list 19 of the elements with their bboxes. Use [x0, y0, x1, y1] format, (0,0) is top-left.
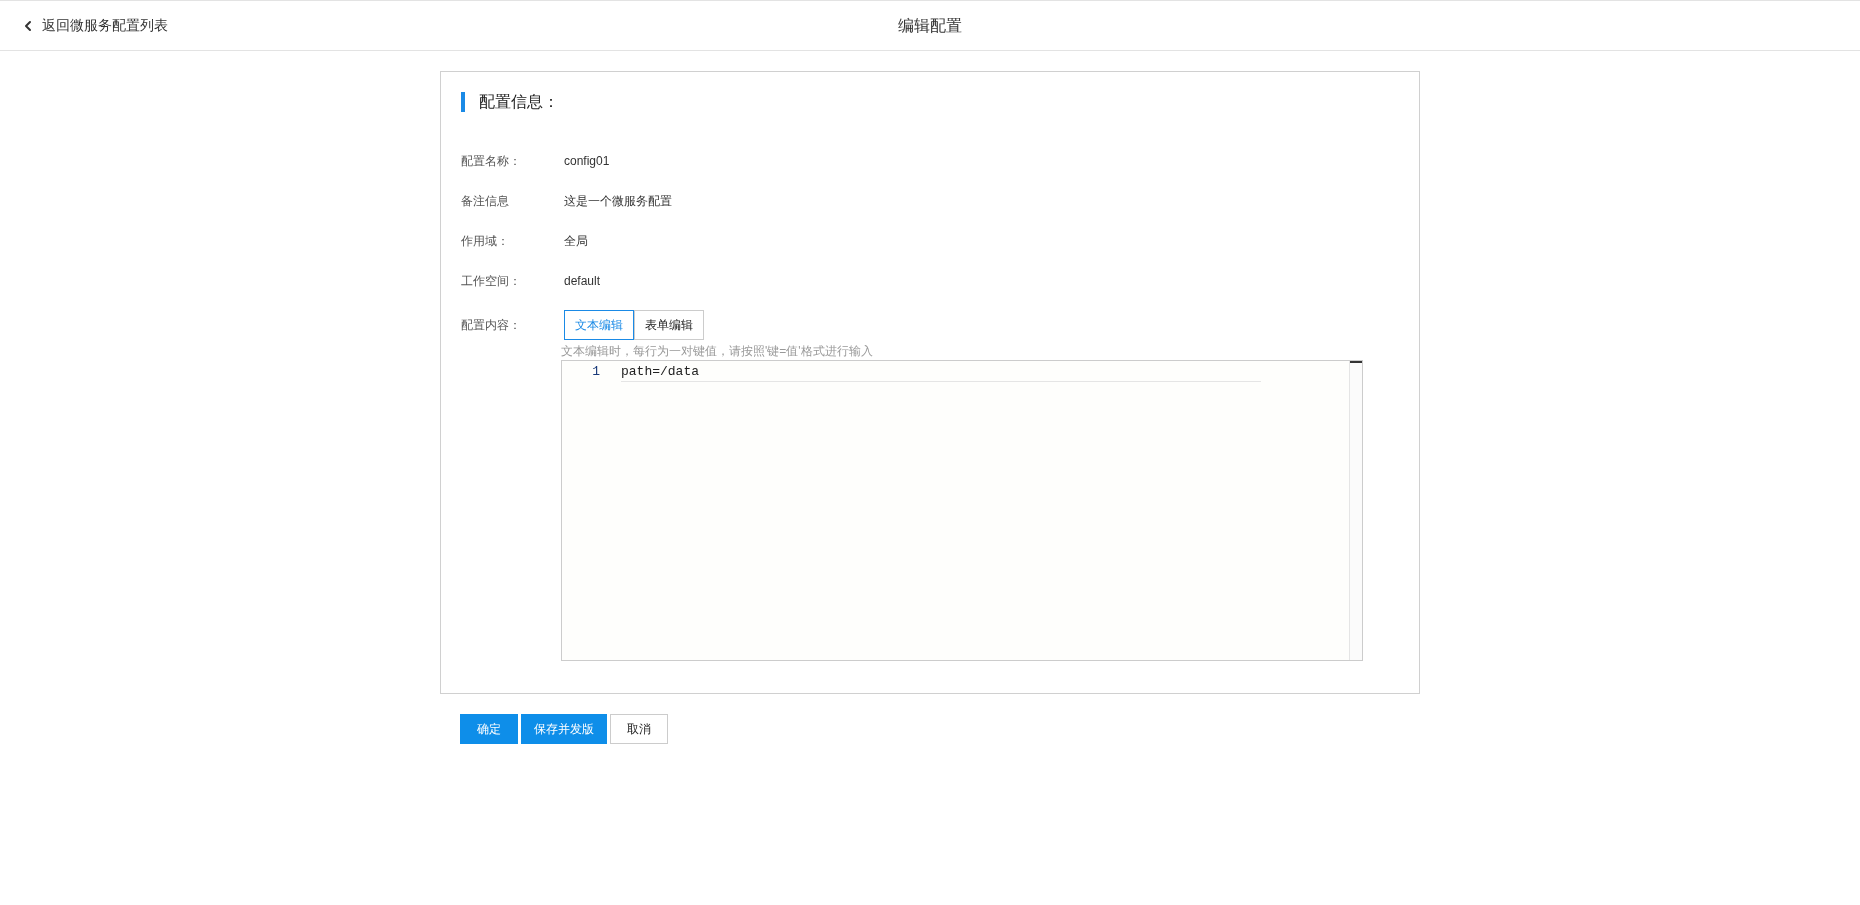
input-hint: 文本编辑时，每行为一对键值，请按照'键=值'格式进行输入 [561, 343, 874, 360]
action-button[interactable]: 取消 [610, 714, 668, 744]
field-label: 备注信息 [461, 192, 510, 210]
field-value: 全局 [564, 232, 588, 250]
field-value: config01 [564, 152, 610, 170]
section-title: 配置信息： [461, 92, 1399, 112]
field-label: 作用域： [461, 232, 510, 250]
field-value: 这是一个微服务配置 [564, 192, 672, 210]
back-link[interactable]: 返回微服务配置列表 [20, 15, 168, 36]
field-label: 配置名称： [461, 152, 522, 170]
field-label: 配置内容： [461, 317, 522, 334]
field-value: default [564, 272, 601, 290]
editor-mode-tab[interactable]: 表单编辑 [634, 310, 704, 340]
line-number: 1 [591, 363, 600, 382]
code-line: path=/data [621, 361, 1261, 383]
page-title: 编辑配置 [898, 15, 962, 36]
field-label: 工作空间： [461, 272, 522, 290]
editor-mode-tab[interactable]: 文本编辑 [564, 310, 634, 340]
code-editor[interactable]: 1 path=/data [561, 360, 1363, 661]
